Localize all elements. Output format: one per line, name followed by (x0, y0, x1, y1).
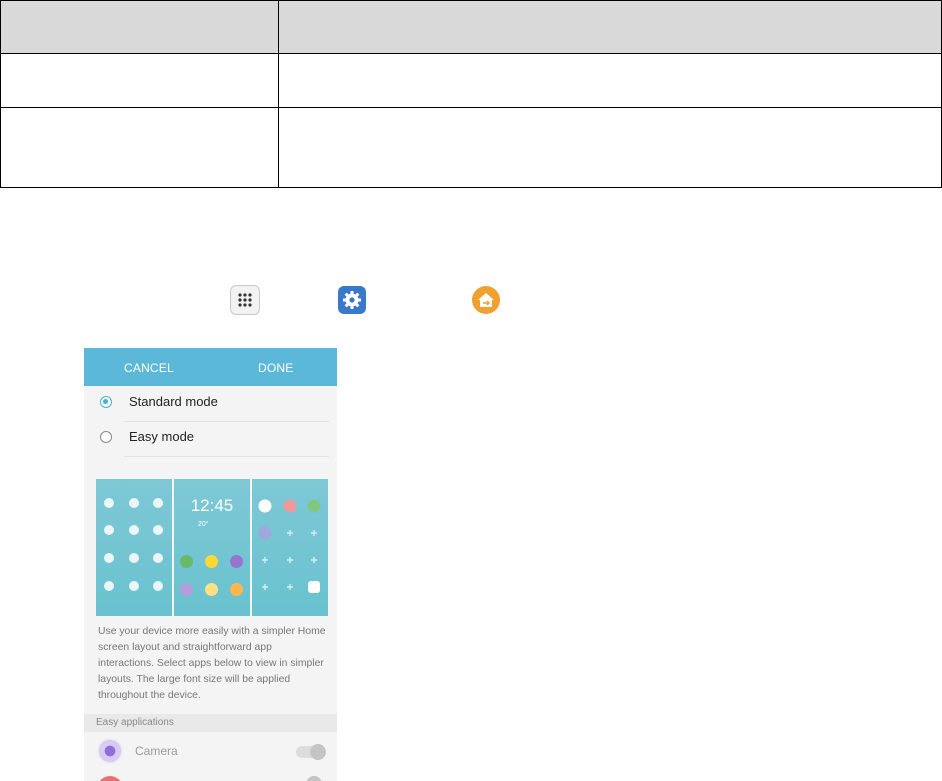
toggle-partial[interactable] (306, 776, 322, 781)
preview-home-panel: 12:45 20° (174, 479, 250, 616)
easy-mode-label: Easy mode (129, 429, 195, 444)
easy-mode-icon (472, 286, 500, 314)
camera-toggle[interactable] (296, 744, 326, 760)
easy-mode-description: Use your device more easily with a simpl… (98, 626, 326, 701)
standard-mode-radio[interactable] (100, 396, 112, 408)
preview-apps-panel (252, 479, 328, 616)
table-header-cell-2 (278, 0, 942, 54)
internet-app-icon (230, 555, 243, 568)
preview-contacts-panel (96, 479, 172, 616)
messages-app-icon (205, 555, 218, 568)
easy-mode-preview: 12:45 20° (96, 479, 329, 616)
document-table (0, 0, 942, 188)
table-cell (278, 107, 942, 188)
standard-mode-option[interactable]: Standard mode (84, 387, 337, 421)
section-header: Easy applications (84, 714, 337, 732)
camera-icon (97, 738, 123, 764)
camera-app-icon (180, 583, 193, 596)
standard-mode-label: Standard mode (129, 394, 218, 409)
contacts-app-icon (230, 583, 243, 596)
preview-clock: 12:45 (190, 496, 234, 515)
section-title: Easy applications (96, 717, 174, 728)
apps-grid-icon (230, 285, 260, 315)
table-cell (0, 107, 279, 188)
cancel-button[interactable]: CANCEL (124, 361, 174, 375)
toggle-knob (310, 744, 326, 760)
phone-screenshot: CANCEL DONE Standard mode Easy mode 12:4… (84, 348, 337, 781)
app-row-camera[interactable]: Camera (84, 734, 337, 768)
phone-app-icon (180, 555, 193, 568)
gallery-app-icon (205, 583, 218, 596)
gear-icon (338, 286, 366, 314)
easy-mode-radio[interactable] (100, 431, 112, 443)
action-bar: CANCEL DONE (84, 348, 337, 386)
table-header-cell-1 (0, 0, 279, 54)
done-button[interactable]: DONE (258, 361, 293, 375)
table-cell (278, 53, 942, 108)
preview-weather: 20° (198, 521, 209, 528)
app-label: Camera (135, 744, 178, 758)
table-cell (0, 53, 279, 108)
easy-mode-option[interactable]: Easy mode (84, 422, 337, 456)
divider (124, 456, 329, 457)
app-icon-partial (97, 776, 123, 781)
